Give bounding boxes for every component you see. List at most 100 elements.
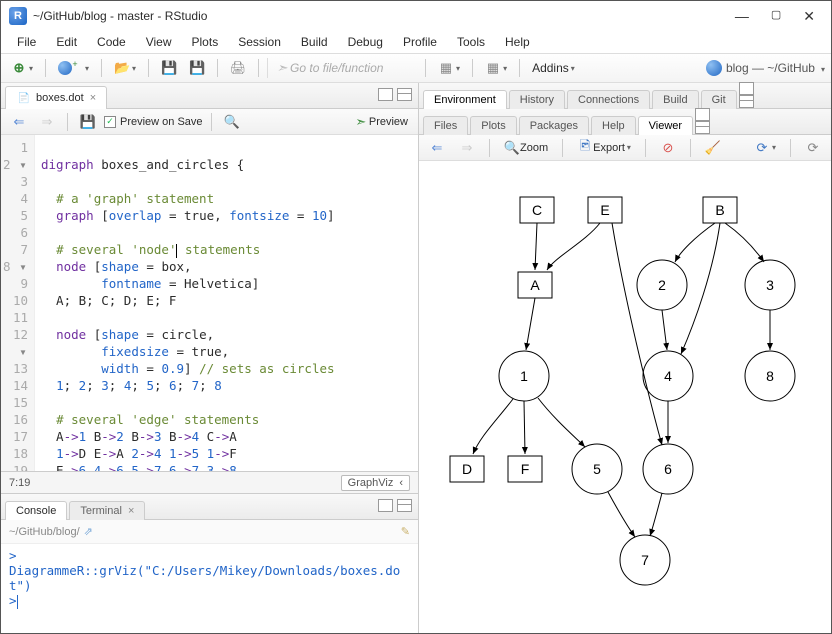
new-project-button[interactable]: +: [54, 57, 93, 79]
clear-console-icon[interactable]: ✎: [401, 525, 410, 538]
editor-status-bar: 7:19 GraphViz ‹: [1, 471, 418, 493]
tab-help[interactable]: Help: [591, 116, 636, 135]
preview-on-save-group[interactable]: ✓ Preview on Save: [104, 116, 203, 128]
editor-code[interactable]: digraph boxes_and_circles { # a 'graph' …: [35, 135, 418, 471]
svg-text:3: 3: [766, 277, 774, 293]
terminal-close-icon[interactable]: ×: [128, 505, 134, 517]
close-button[interactable]: ✕: [803, 8, 815, 25]
save-button[interactable]: 💾: [157, 57, 181, 79]
svg-text:5: 5: [593, 461, 601, 477]
preview-on-save-label: Preview on Save: [120, 116, 203, 128]
preview-button[interactable]: ➣Preview: [349, 111, 412, 133]
main-toolbar: ⊕ + 📂 💾 💾 🖨 ➣ Go to file/function ▦ ▦ Ad…: [1, 53, 831, 83]
refresh-button[interactable]: ⟳: [801, 137, 825, 159]
file-icon: 📄: [16, 90, 32, 106]
env-collapse-icon[interactable]: [739, 95, 754, 108]
tab-plots[interactable]: Plots: [470, 116, 516, 135]
minimize-button[interactable]: —: [735, 8, 749, 25]
svg-text:4: 4: [664, 368, 672, 384]
grid-button[interactable]: ▦: [434, 57, 464, 79]
menu-debug[interactable]: Debug: [340, 33, 391, 51]
node-2: 2: [637, 260, 687, 310]
menu-tools[interactable]: Tools: [449, 33, 493, 51]
tab-viewer[interactable]: Viewer: [638, 116, 693, 135]
menu-file[interactable]: File: [9, 33, 44, 51]
svg-text:F: F: [521, 461, 530, 477]
svg-text:6: 6: [664, 461, 672, 477]
menu-bar: File Edit Code View Plots Session Build …: [1, 31, 831, 53]
graph-edges: [473, 223, 770, 537]
editor-toolbar: ⇐ ⇒ 💾 ✓ Preview on Save 🔍 ➣Preview: [1, 109, 418, 135]
new-file-button[interactable]: ⊕: [7, 57, 37, 79]
tab-environment[interactable]: Environment: [423, 90, 507, 109]
ed-back-button[interactable]: ⇐: [7, 111, 31, 133]
close-tab-icon[interactable]: ×: [90, 92, 96, 104]
node-C: C: [520, 197, 554, 223]
node-B: B: [703, 197, 737, 223]
svg-text:E: E: [600, 202, 609, 218]
console-body[interactable]: > DiagrammeR::grViz("C:/Users/Mikey/Down…: [1, 544, 418, 633]
open-file-button[interactable]: 📂: [110, 57, 140, 79]
preview-on-save-checkbox[interactable]: ✓: [104, 116, 116, 128]
menu-help[interactable]: Help: [497, 33, 538, 51]
env-tabbar: Environment History Connections Build Gi…: [419, 83, 831, 109]
menu-session[interactable]: Session: [230, 33, 289, 51]
code-editor[interactable]: 12 ▾345678 ▾9101112 ▾1314151617181920212…: [1, 135, 418, 471]
language-label: GraphViz: [348, 477, 394, 489]
viewer-tabbar: Files Plots Packages Help Viewer: [419, 109, 831, 135]
tab-terminal[interactable]: Terminal×: [69, 501, 145, 520]
node-E: E: [588, 197, 622, 223]
project-label[interactable]: blog — ~/GitHub: [726, 61, 815, 75]
tab-files[interactable]: Files: [423, 116, 468, 135]
menu-code[interactable]: Code: [89, 33, 134, 51]
env-pane-icon[interactable]: [739, 82, 754, 95]
tab-history[interactable]: History: [509, 90, 565, 109]
print-button[interactable]: 🖨: [226, 57, 250, 79]
viewer-pane-icon[interactable]: [695, 108, 710, 121]
menu-view[interactable]: View: [138, 33, 180, 51]
pane-collapse-icon[interactable]: [397, 88, 412, 101]
language-selector[interactable]: GraphViz ‹: [341, 475, 410, 491]
project-menu-chevron[interactable]: [819, 61, 825, 75]
goto-arrow-icon: ➣: [274, 60, 290, 76]
tab-build[interactable]: Build: [652, 90, 698, 109]
editor-gutter: 12 ▾345678 ▾9101112 ▾1314151617181920212…: [1, 135, 35, 471]
menu-build[interactable]: Build: [293, 33, 336, 51]
editor-tabbar: 📄 boxes.dot ×: [1, 83, 418, 109]
node-7: 7: [620, 535, 670, 585]
menu-edit[interactable]: Edit: [48, 33, 85, 51]
node-D: D: [450, 456, 484, 482]
preview-button-label: Preview: [369, 116, 408, 128]
clear-button[interactable]: 🧹: [701, 137, 725, 159]
maximize-button[interactable]: ▢: [771, 8, 781, 25]
goto-file-function[interactable]: ➣ Go to file/function: [267, 58, 417, 78]
ed-forward-button[interactable]: ⇒: [35, 111, 59, 133]
addins-button[interactable]: Addins: [528, 57, 579, 79]
save-all-button[interactable]: 💾: [185, 57, 209, 79]
tab-packages[interactable]: Packages: [519, 116, 589, 135]
editor-tab-boxes[interactable]: 📄 boxes.dot ×: [5, 86, 107, 109]
svg-text:D: D: [462, 461, 472, 477]
zoom-button[interactable]: 🔍Zoom: [500, 137, 552, 159]
tab-console[interactable]: Console: [5, 501, 67, 520]
viewer-forward-button[interactable]: ⇒: [455, 137, 479, 159]
console-collapse-icon[interactable]: [397, 499, 412, 512]
ed-find-button[interactable]: 🔍: [220, 111, 244, 133]
viewer-toolbar: ⇐ ⇒ 🔍Zoom 🖻Export ⊘ 🧹 ⟳ ⟳: [419, 135, 831, 161]
grid2-button[interactable]: ▦: [481, 57, 511, 79]
node-8: 8: [745, 351, 795, 401]
ed-save-button[interactable]: 💾: [76, 111, 100, 133]
remove-button[interactable]: ⊘: [656, 137, 680, 159]
viewer-collapse-icon[interactable]: [695, 121, 710, 134]
pane-layout-icon[interactable]: [378, 88, 393, 101]
menu-profile[interactable]: Profile: [395, 33, 445, 51]
viewer-back-button[interactable]: ⇐: [425, 137, 449, 159]
menu-plots[interactable]: Plots: [184, 33, 227, 51]
wd-browse-icon[interactable]: ⇗: [84, 525, 93, 538]
sync-button[interactable]: ⟳: [750, 137, 780, 159]
export-button[interactable]: 🖻Export: [573, 137, 635, 159]
tab-git[interactable]: Git: [701, 90, 737, 109]
tab-connections[interactable]: Connections: [567, 90, 650, 109]
svg-text:7: 7: [641, 552, 649, 568]
console-pane-icon[interactable]: [378, 499, 393, 512]
